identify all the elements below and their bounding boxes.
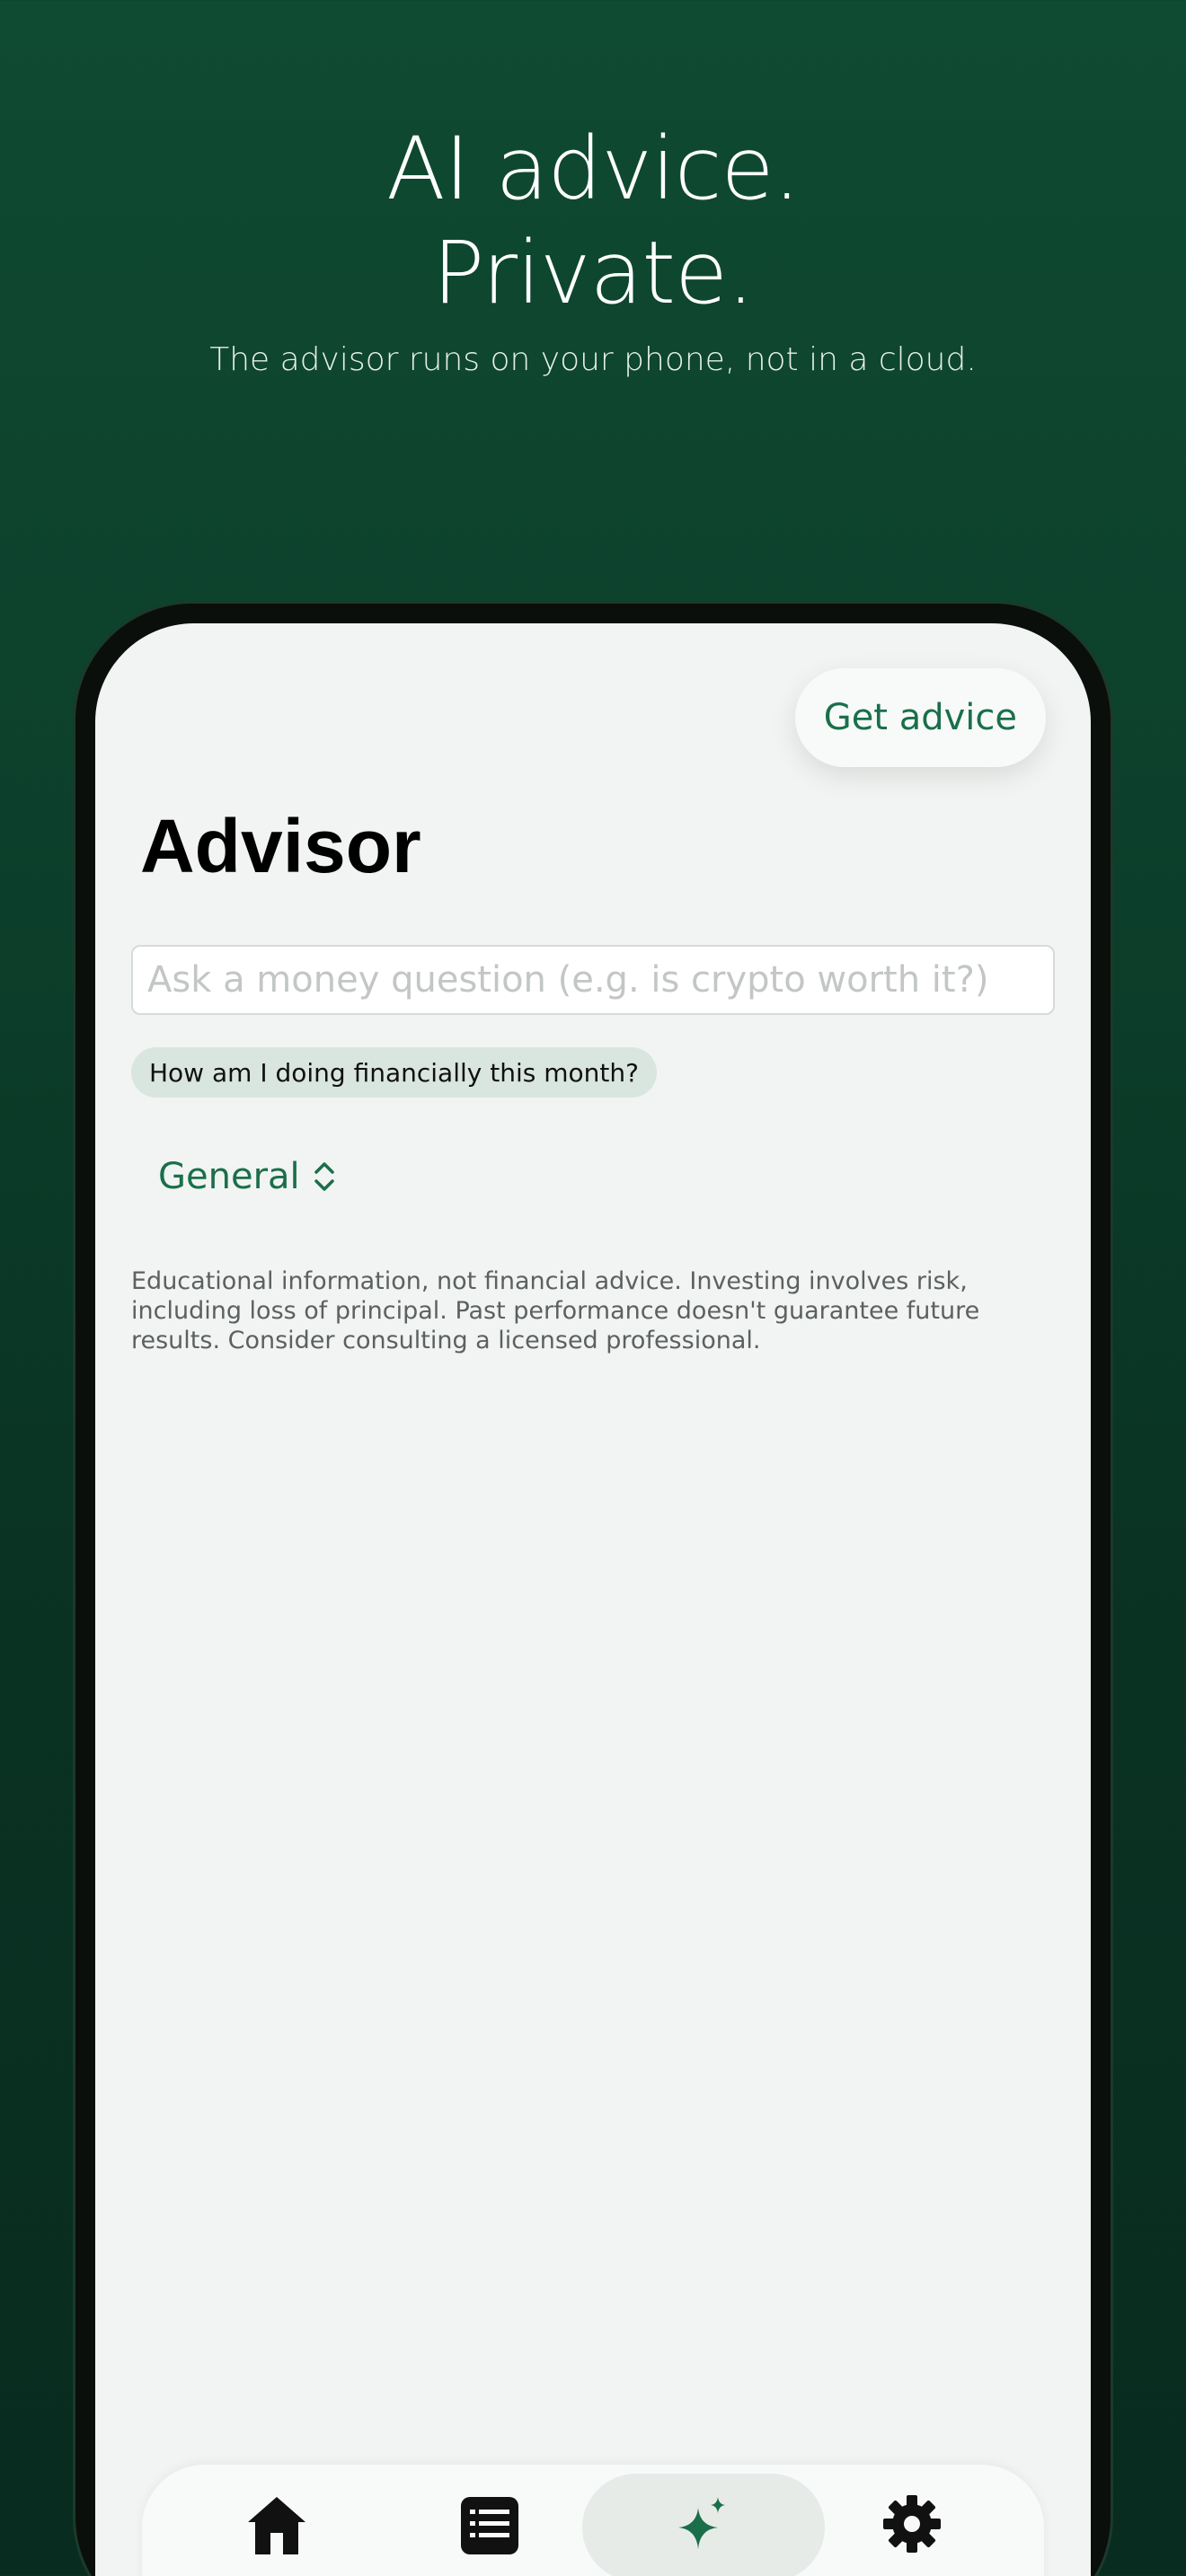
tab-home[interactable] [187, 2474, 367, 2576]
hero-section: AI advice. Private. The advisor runs on … [0, 117, 1186, 378]
phone-frame: Get advice Advisor How am I doing financ… [75, 604, 1111, 2576]
hero-title: AI advice. Private. [0, 117, 1186, 325]
hero-title-line-1: AI advice. [385, 119, 801, 219]
tab-transactions[interactable] [400, 2474, 580, 2576]
hero-subtitle: The advisor runs on your phone, not in a… [209, 341, 977, 378]
tab-advisor[interactable] [582, 2474, 825, 2576]
tab-bar [142, 2465, 1044, 2576]
category-picker-label: General [158, 1156, 300, 1197]
chevron-up-down-icon [314, 1162, 334, 1191]
disclaimer-text: Educational information, not financial a… [131, 1267, 980, 1354]
list-icon [461, 2497, 518, 2554]
page-title: Advisor [140, 804, 421, 888]
question-input[interactable] [131, 945, 1055, 1015]
house-icon [248, 2497, 305, 2554]
suggestion-chip[interactable]: How am I doing financially this month? [131, 1047, 657, 1098]
phone-screen: Get advice Advisor How am I doing financ… [95, 623, 1091, 2576]
tab-settings[interactable] [822, 2474, 1002, 2576]
get-advice-button[interactable]: Get advice [794, 668, 1046, 767]
gear-icon [883, 2495, 941, 2553]
hero-title-line-2: Private. [432, 223, 754, 323]
category-picker[interactable]: General [158, 1150, 338, 1204]
sparkles-icon [678, 2497, 725, 2549]
